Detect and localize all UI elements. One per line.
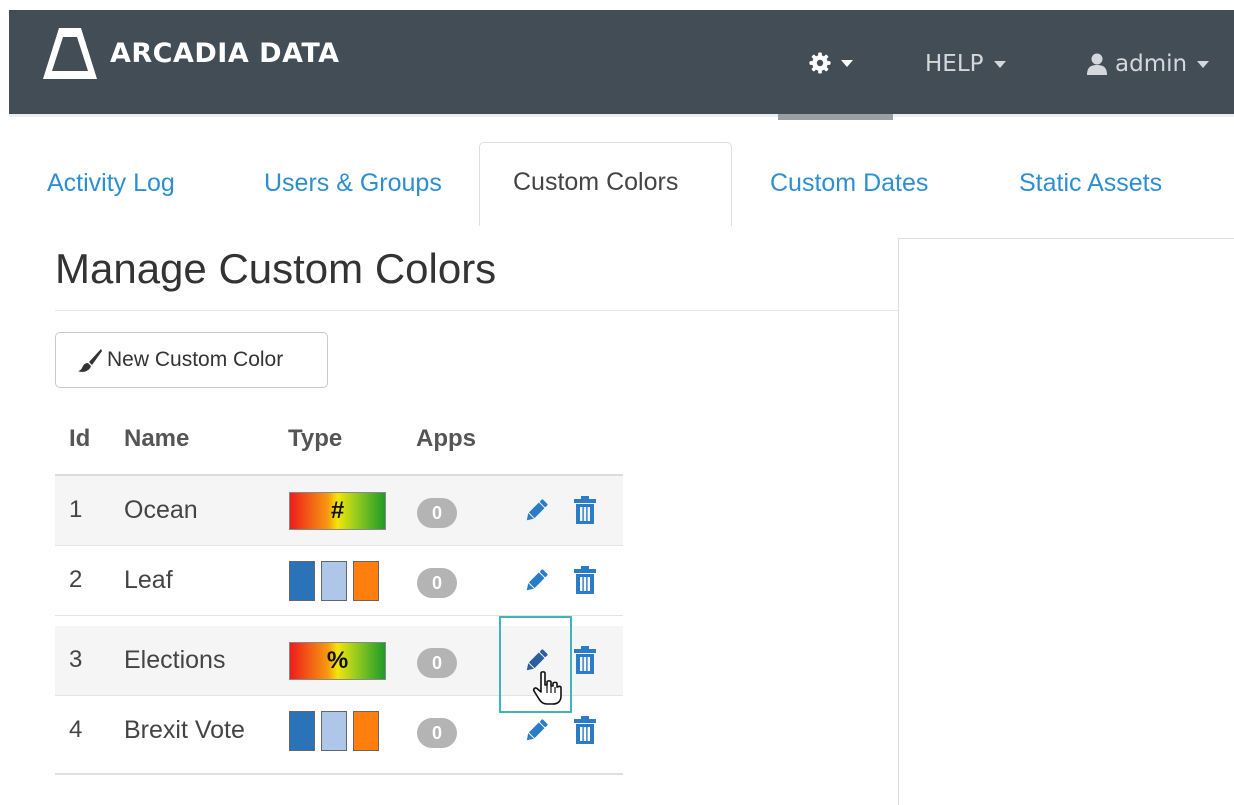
pencil-icon[interactable]: [523, 568, 549, 594]
user-icon: [1087, 53, 1107, 75]
color-chip: [289, 711, 315, 751]
distinct-color-swatches: [289, 561, 385, 601]
column-header-name: Name: [124, 425, 190, 452]
help-label: HELP: [925, 51, 984, 77]
tab-custom-colors[interactable]: Custom Colors: [479, 142, 732, 226]
row-name: Ocean: [124, 496, 198, 524]
table-row: 1 Ocean # 0: [55, 476, 623, 546]
row-name: Leaf: [124, 566, 173, 594]
user-name: admin: [1115, 51, 1188, 77]
gradient-swatch: %: [289, 642, 386, 680]
column-header-type: Type: [288, 425, 343, 452]
apps-count-badge: 0: [417, 568, 457, 598]
apps-count-badge: 0: [417, 648, 457, 678]
gradient-symbol: %: [326, 647, 349, 674]
new-custom-color-button[interactable]: New Custom Color: [55, 332, 328, 388]
column-header-apps: Apps: [416, 425, 476, 452]
column-header-id: Id: [69, 425, 91, 452]
help-menu[interactable]: HELP: [925, 48, 1006, 80]
row-id: 4: [69, 716, 83, 743]
distinct-color-swatches: [289, 711, 385, 751]
row-name: Brexit Vote: [124, 716, 245, 744]
pencil-icon[interactable]: [523, 718, 549, 744]
settings-active-indicator: [778, 114, 893, 120]
table-bottom-border: [55, 773, 623, 775]
tab-static-assets[interactable]: Static Assets: [1019, 168, 1162, 198]
pencil-icon[interactable]: [523, 498, 549, 524]
color-chip: [353, 561, 379, 601]
gear-icon: [809, 52, 831, 74]
brand-name: ARCADIA DATA: [110, 37, 340, 69]
hand-cursor-icon: [532, 671, 562, 705]
paintbrush-icon: [78, 349, 102, 372]
gradient-symbol: #: [330, 497, 345, 524]
trash-icon[interactable]: [574, 716, 596, 744]
chevron-down-icon: [1197, 60, 1210, 68]
color-chip: [321, 711, 347, 751]
brand-logo[interactable]: ARCADIA DATA: [42, 26, 340, 80]
chevron-down-icon: [841, 59, 853, 67]
row-id: 2: [69, 566, 83, 593]
tab-custom-colors-label: Custom Colors: [513, 168, 679, 196]
chevron-down-icon: [993, 60, 1006, 68]
page-title: Manage Custom Colors: [55, 245, 497, 292]
row-id: 3: [69, 646, 83, 673]
tab-users-groups[interactable]: Users & Groups: [264, 168, 442, 198]
settings-menu[interactable]: [809, 52, 853, 74]
trash-icon[interactable]: [574, 646, 596, 674]
color-chip: [289, 561, 315, 601]
apps-count-badge: 0: [417, 718, 457, 748]
title-divider: [55, 310, 898, 311]
user-menu[interactable]: admin: [1087, 48, 1210, 80]
table-row: 2 Leaf 0: [55, 546, 623, 616]
trash-icon[interactable]: [574, 566, 596, 594]
gradient-swatch: #: [289, 492, 386, 530]
apps-count-badge: 0: [417, 498, 457, 528]
trash-icon[interactable]: [574, 496, 596, 524]
color-chip: [321, 561, 347, 601]
color-chip: [353, 711, 379, 751]
row-id: 1: [69, 496, 83, 523]
arcadia-logo-icon: [43, 28, 97, 79]
side-panel: [898, 238, 1234, 805]
tab-custom-dates[interactable]: Custom Dates: [770, 168, 928, 198]
navbar-underline: [9, 114, 1234, 117]
new-custom-color-label: New Custom Color: [107, 348, 284, 371]
tab-activity-log[interactable]: Activity Log: [47, 168, 175, 198]
row-name: Elections: [124, 646, 226, 674]
